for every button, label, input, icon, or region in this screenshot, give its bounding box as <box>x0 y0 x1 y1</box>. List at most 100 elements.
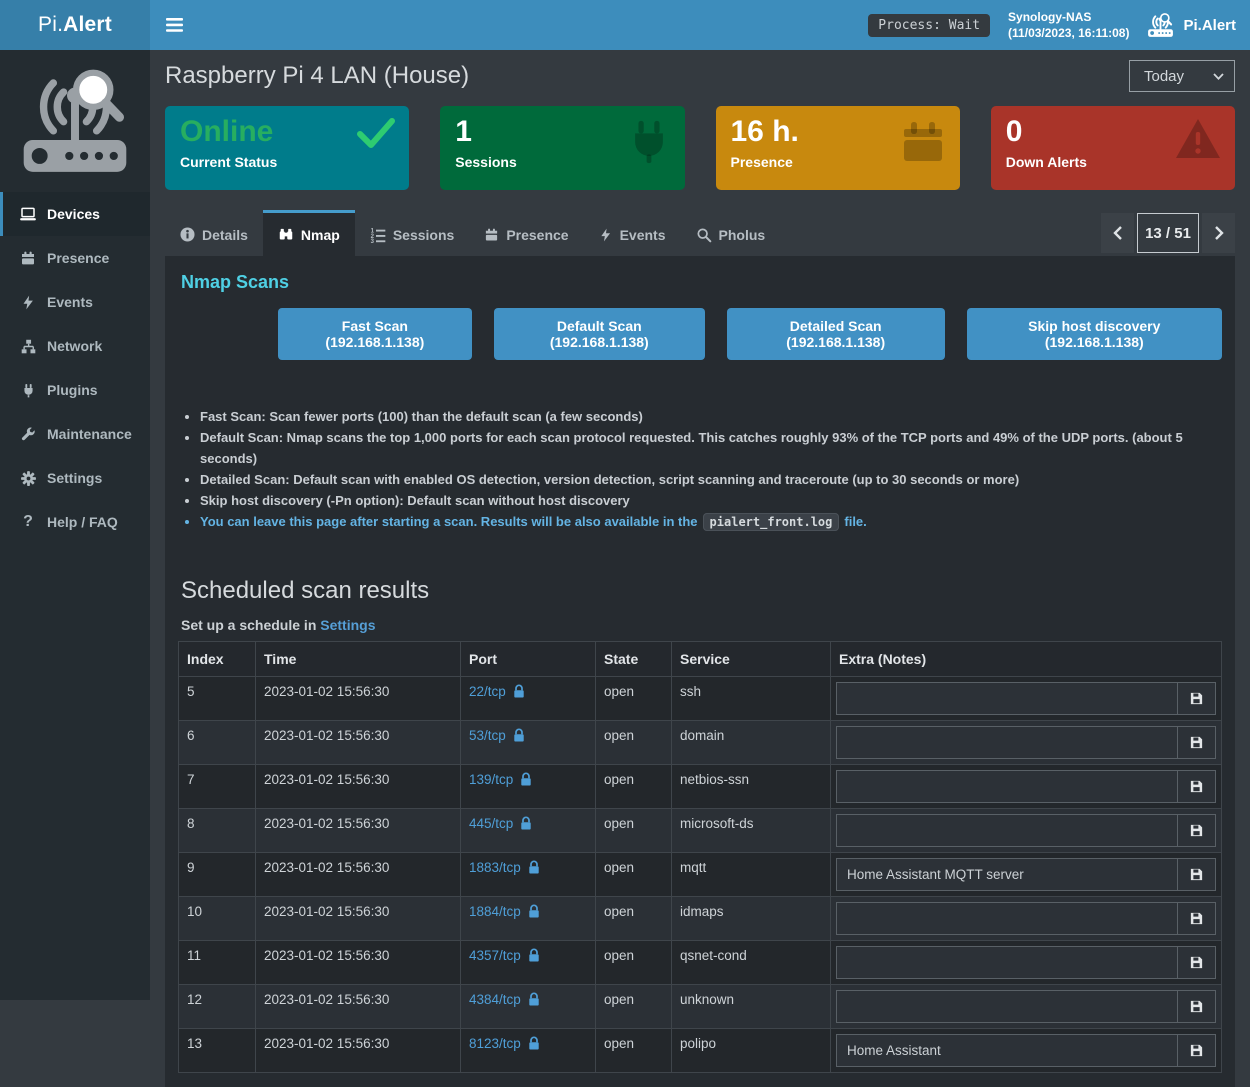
save-note-button[interactable] <box>1177 859 1215 890</box>
period-select[interactable]: Today <box>1129 60 1235 92</box>
col-header-state: State <box>596 642 672 677</box>
cell-extra <box>831 941 1222 985</box>
cell-service: ssh <box>672 677 831 721</box>
tab-label: Pholus <box>719 227 766 243</box>
skip-host-discovery-button[interactable]: Skip host discovery (192.168.1.138) <box>967 308 1222 360</box>
cell-state: open <box>596 1029 672 1073</box>
cell-extra <box>831 809 1222 853</box>
tab-details[interactable]: Details <box>165 210 263 256</box>
app-chip[interactable]: Pi.Alert <box>1147 12 1236 39</box>
settings-link[interactable]: Settings <box>320 617 375 633</box>
port-link[interactable]: 8123/tcp <box>469 1036 540 1051</box>
cell-extra <box>831 1029 1222 1073</box>
note-input[interactable] <box>837 683 1177 714</box>
cell-port: 1884/tcp <box>461 897 596 941</box>
port-link[interactable]: 4357/tcp <box>469 948 540 963</box>
port-link[interactable]: 1883/tcp <box>469 860 540 875</box>
table-row: 7 2023-01-02 15:56:30 139/tcp open netbi… <box>179 765 1222 809</box>
note-input[interactable] <box>837 859 1177 890</box>
sidebar-item-label: Plugins <box>47 382 98 398</box>
note-input[interactable] <box>837 903 1177 934</box>
save-note-button[interactable] <box>1177 1035 1215 1066</box>
sidebar-item-devices[interactable]: Devices <box>0 192 150 236</box>
brand-prefix: Pi. <box>38 13 63 37</box>
lock-icon <box>520 772 532 787</box>
save-icon <box>1189 691 1204 706</box>
brand-logo[interactable]: Pi.Alert <box>0 0 150 50</box>
save-note-button[interactable] <box>1177 771 1215 802</box>
fast-scan-button[interactable]: Fast Scan (192.168.1.138) <box>278 308 472 360</box>
sidebar: Devices Presence Events Network Plugins … <box>0 50 150 1000</box>
port-link[interactable]: 53/tcp <box>469 728 525 743</box>
info-icon <box>180 227 195 242</box>
default-scan-button[interactable]: Default Scan (192.168.1.138) <box>494 308 705 360</box>
table-row: 10 2023-01-02 15:56:30 1884/tcp open idm… <box>179 897 1222 941</box>
search-icon <box>696 227 712 243</box>
scan-note: Detailed Scan: Default scan with enabled… <box>200 469 1222 490</box>
tab-events[interactable]: Events <box>584 210 681 256</box>
scan-descriptions: Fast Scan: Scan fewer ports (100) than t… <box>178 406 1222 533</box>
note-input[interactable] <box>837 991 1177 1022</box>
cell-service: mqtt <box>672 853 831 897</box>
note-input[interactable] <box>837 947 1177 978</box>
navbar: Process: Wait Synology-NAS (11/03/2023, … <box>150 0 1250 50</box>
save-note-button[interactable] <box>1177 903 1215 934</box>
save-note-button[interactable] <box>1177 991 1215 1022</box>
col-header-time: Time <box>256 642 461 677</box>
cell-index: 6 <box>179 721 256 765</box>
tab-sessions[interactable]: 123 Sessions <box>355 210 469 256</box>
note-input[interactable] <box>837 1035 1177 1066</box>
cell-state: open <box>596 941 672 985</box>
cell-service: polipo <box>672 1029 831 1073</box>
sidebar-item-network[interactable]: Network <box>0 324 150 368</box>
tab-presence[interactable]: Presence <box>469 210 583 256</box>
device-counter: 13 / 51 <box>1137 213 1199 253</box>
note-input[interactable] <box>837 815 1177 846</box>
save-icon <box>1189 999 1204 1014</box>
tab-nmap[interactable]: Nmap <box>263 210 355 256</box>
table-row: 11 2023-01-02 15:56:30 4357/tcp open qsn… <box>179 941 1222 985</box>
cell-extra <box>831 721 1222 765</box>
port-link[interactable]: 445/tcp <box>469 816 532 831</box>
detailed-scan-button[interactable]: Detailed Scan (192.168.1.138) <box>727 308 945 360</box>
table-header-row: Index Time Port State Service Extra (Not… <box>179 642 1222 677</box>
scan-note: Default Scan: Nmap scans the top 1,000 p… <box>200 427 1222 469</box>
port-link[interactable]: 22/tcp <box>469 684 525 699</box>
cell-port: 8123/tcp <box>461 1029 596 1073</box>
next-device-button[interactable] <box>1202 213 1235 253</box>
check-icon <box>356 117 396 149</box>
sidebar-item-presence[interactable]: Presence <box>0 236 150 280</box>
note-input[interactable] <box>837 727 1177 758</box>
gear-icon <box>18 470 38 487</box>
save-note-button[interactable] <box>1177 947 1215 978</box>
save-icon <box>1189 1043 1204 1058</box>
sidebar-item-maintenance[interactable]: Maintenance <box>0 412 150 456</box>
scan-note-log-hint: You can leave this page after starting a… <box>200 511 1222 533</box>
save-note-button[interactable] <box>1177 727 1215 758</box>
sidebar-item-help[interactable]: ? Help / FAQ <box>0 500 150 544</box>
cell-index: 9 <box>179 853 256 897</box>
nmap-panel: Nmap Scans Fast Scan (192.168.1.138) Def… <box>165 256 1235 1087</box>
tab-pholus[interactable]: Pholus <box>681 210 781 256</box>
sidebar-item-plugins[interactable]: Plugins <box>0 368 150 412</box>
cell-service: qsnet-cond <box>672 941 831 985</box>
bolt-icon <box>18 294 38 311</box>
sidebar-item-events[interactable]: Events <box>0 280 150 324</box>
save-note-button[interactable] <box>1177 683 1215 714</box>
cell-port: 139/tcp <box>461 765 596 809</box>
cell-service: microsoft-ds <box>672 809 831 853</box>
port-link[interactable]: 1884/tcp <box>469 904 540 919</box>
scan-results-table: Index Time Port State Service Extra (Not… <box>178 641 1222 1073</box>
note-input[interactable] <box>837 771 1177 802</box>
sidebar-item-settings[interactable]: Settings <box>0 456 150 500</box>
save-note-button[interactable] <box>1177 815 1215 846</box>
cell-time: 2023-01-02 15:56:30 <box>256 1029 461 1073</box>
port-link[interactable]: 139/tcp <box>469 772 532 787</box>
cell-state: open <box>596 721 672 765</box>
list-ol-icon: 123 <box>370 227 386 243</box>
prev-device-button[interactable] <box>1101 213 1134 253</box>
device-tabs: Details Nmap 123 Sessions Presence Event… <box>165 210 1235 256</box>
hamburger-icon[interactable] <box>166 10 196 40</box>
lock-icon <box>513 728 525 743</box>
lock-icon <box>520 816 532 831</box>
